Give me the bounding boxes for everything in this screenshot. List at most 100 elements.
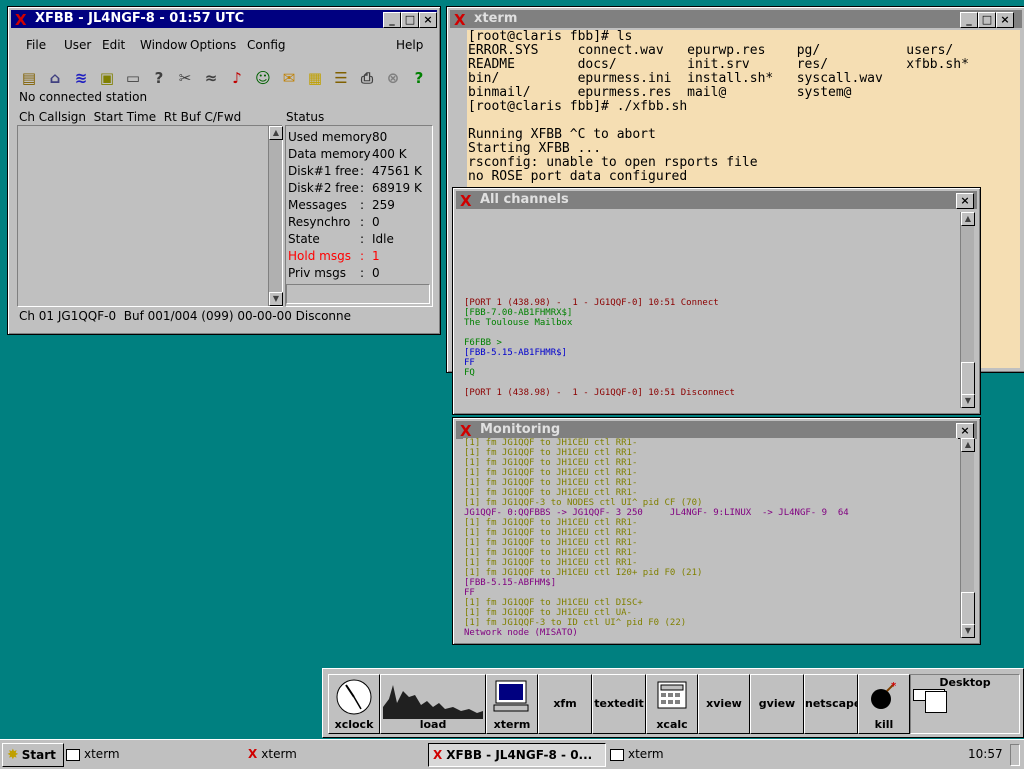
close-button[interactable]: ×	[956, 423, 974, 439]
terminal-line: no ROSE port data configured	[468, 169, 688, 184]
menu-options[interactable]: Options	[190, 38, 236, 52]
xterm-titlebar[interactable]: X xterm _ □ ×	[450, 10, 1022, 28]
netscape-button[interactable]: netscape	[804, 674, 862, 734]
load-label: load	[419, 718, 447, 731]
task-label: xterm	[628, 747, 664, 761]
menu-window[interactable]: Window	[140, 38, 187, 52]
allchannels-scrollbar[interactable]: ▲ ▼	[960, 212, 975, 408]
windows-icon[interactable]: ▣	[98, 69, 116, 87]
terminal-line: [root@claris fbb]# ./xfbb.sh	[468, 99, 688, 114]
start-button[interactable]: ✸ Start	[2, 743, 64, 767]
log-line: [1] fm JG1QQF to JH1CEU ctl RR1-	[464, 528, 638, 538]
monitoring-content[interactable]: [1] fm JG1QQF to JH1CEU ctl RR1- [1] fm J…	[463, 438, 958, 638]
menu-edit[interactable]: Edit	[102, 38, 125, 52]
log-line: [FBB-5.15-AB1FHMR$]	[464, 348, 567, 358]
xfbb-menubar: File User Edit Window Options Config Hel…	[12, 31, 436, 52]
monitoring-scrollbar[interactable]: ▲ ▼	[960, 438, 975, 638]
xfm-button[interactable]: xfm	[538, 674, 592, 734]
list-icon[interactable]: ☰	[332, 69, 350, 87]
gview-label: gview	[758, 697, 796, 710]
xterm-launch-button[interactable]: xterm	[486, 674, 538, 734]
textedit-button[interactable]: textedit	[592, 674, 646, 734]
xfbb-window[interactable]: X XFBB - JL4NGF-8 - 01:57 UTC _ □ × File…	[7, 6, 441, 335]
scroll-down-arrow-icon[interactable]: ▼	[269, 292, 283, 306]
task-xterm-2[interactable]: Xxterm	[248, 743, 418, 765]
scroll-up-arrow-icon[interactable]: ▲	[269, 126, 283, 140]
start-label: Start	[21, 748, 56, 762]
terminal-line: rsconfig: unable to open rsports file	[468, 155, 758, 170]
task-xterm-1[interactable]: xterm	[66, 743, 236, 765]
scroll-up-arrow-icon[interactable]: ▲	[961, 438, 975, 452]
task-xfbb[interactable]: X XFBB - JL4NGF-8 - 0...	[428, 743, 606, 767]
task-label: xterm	[261, 747, 297, 761]
scroll-down-arrow-icon[interactable]: ▼	[961, 394, 975, 408]
xcalc-label: xcalc	[656, 718, 688, 731]
minimize-button[interactable]: _	[960, 12, 978, 28]
maximize-button[interactable]: □	[978, 12, 996, 28]
question-icon[interactable]: ?	[410, 69, 428, 87]
allchannels-titlebar[interactable]: X All channels ×	[456, 191, 977, 209]
status-value: 68919 K	[372, 181, 422, 195]
status-separator: :	[360, 215, 365, 229]
scroll-down-arrow-icon[interactable]: ▼	[961, 624, 975, 638]
log-line: [FBB-5.15-ABFHM$]	[464, 578, 557, 588]
channel-list[interactable]: ▲ ▼	[17, 125, 283, 307]
task-xterm-3[interactable]: xterm	[610, 743, 780, 765]
status-value: 47561 K	[372, 164, 422, 178]
desktop-label: Desktop	[939, 676, 991, 689]
status-input-field[interactable]	[286, 284, 430, 304]
monitor-icon[interactable]: ⌂	[46, 69, 64, 87]
connect-icon[interactable]: ▤	[20, 69, 38, 87]
menu-user[interactable]: User	[64, 38, 91, 52]
desktop-pager[interactable]: Desktop	[910, 674, 1020, 734]
person-icon[interactable]: ☺	[254, 69, 272, 87]
channel-list-scrollbar[interactable]: ▲ ▼	[268, 126, 283, 306]
radio-icon[interactable]: ≈	[202, 69, 220, 87]
close-button[interactable]: ×	[419, 12, 437, 28]
bomb-icon: *	[871, 681, 897, 709]
status-header: Status	[286, 110, 325, 124]
display-icon[interactable]: ▭	[124, 69, 142, 87]
close-button[interactable]: ×	[996, 12, 1014, 28]
allchannels-window[interactable]: X All channels × [PORT 1 (438.98) - 1 - …	[452, 187, 981, 415]
pager-icon[interactable]: ♪	[228, 69, 246, 87]
allchannels-content[interactable]: [PORT 1 (438.98) - 1 - JG1QQF-0] 10:51 C…	[463, 212, 958, 408]
maximize-button[interactable]: □	[401, 12, 419, 28]
status-value: 0	[372, 266, 380, 280]
stop-icon[interactable]: ⊗	[384, 69, 402, 87]
taskbar: ✸ Start xterm Xxterm X XFBB - JL4NGF-8 - 0…	[0, 739, 1024, 769]
xview-button[interactable]: xview	[698, 674, 750, 734]
help-book-icon[interactable]: ?	[150, 69, 168, 87]
menu-help[interactable]: Help	[396, 38, 423, 52]
xclock-button[interactable]: xclock	[328, 674, 380, 734]
messages-icon[interactable]: ▦	[306, 69, 324, 87]
tools-icon[interactable]: ✂	[176, 69, 194, 87]
scroll-thumb[interactable]	[961, 592, 975, 626]
channels-icon[interactable]: ≋	[72, 69, 90, 87]
status-label: Hold msgs	[288, 249, 351, 263]
status-value: 259	[372, 198, 395, 212]
gview-button[interactable]: gview	[750, 674, 804, 734]
mail-icon[interactable]: ✉	[280, 69, 298, 87]
minimize-button[interactable]: _	[383, 12, 401, 28]
monitoring-titlebar[interactable]: X Monitoring ×	[456, 421, 977, 439]
scroll-up-arrow-icon[interactable]: ▲	[961, 212, 975, 226]
xcalc-button[interactable]: xcalc	[646, 674, 698, 734]
log-line: The Toulouse Mailbox	[464, 318, 573, 328]
xclock-label: xclock	[334, 718, 374, 731]
xfbb-titlebar[interactable]: X XFBB - JL4NGF-8 - 01:57 UTC _ □ ×	[11, 10, 437, 28]
menu-config[interactable]: Config	[247, 38, 286, 52]
textedit-label: textedit	[594, 697, 644, 710]
netscape-label: netscape	[805, 697, 862, 710]
close-button[interactable]: ×	[956, 193, 974, 209]
print-icon[interactable]: ⎙	[358, 69, 376, 87]
load-button[interactable]: load	[380, 674, 486, 734]
status-label: Data memory	[288, 147, 371, 161]
kill-button[interactable]: * kill	[858, 674, 910, 734]
monitoring-window[interactable]: X Monitoring × [1] fm JG1QQF to JH1CEU c…	[452, 417, 981, 645]
monitor-icon	[493, 680, 529, 712]
menu-file[interactable]: File	[26, 38, 46, 52]
scroll-thumb[interactable]	[961, 362, 975, 397]
svg-text:*: *	[891, 681, 897, 692]
